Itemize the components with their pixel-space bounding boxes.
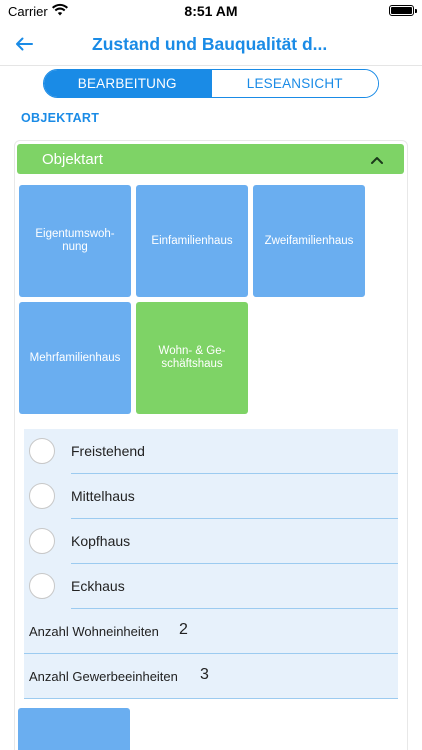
battery-icon — [389, 5, 417, 16]
radio-button[interactable] — [29, 483, 55, 509]
tile-wohn-geschaeftshaus[interactable]: Wohn- & Ge-schäftshaus — [136, 302, 248, 414]
wohneinheiten-value[interactable]: 2 — [179, 621, 188, 639]
tile-einfamilienhaus[interactable]: Einfamilienhaus — [136, 185, 248, 297]
radio-button[interactable] — [29, 573, 55, 599]
chevron-up-icon[interactable] — [370, 152, 384, 164]
page-title: Zustand und Bauqualität d... — [92, 34, 328, 54]
gewerbeeinheiten-value[interactable]: 3 — [200, 666, 209, 684]
list-item[interactable]: Eckhaus — [24, 564, 398, 609]
gewerbeeinheiten-label: Anzahl Gewerbeeinheiten — [29, 669, 178, 684]
divider — [24, 698, 398, 699]
tile-mehrfamilienhaus[interactable]: Mehrfamilienhaus — [19, 302, 131, 414]
tile-zweifamilienhaus[interactable]: Zweifamilienhaus — [253, 185, 365, 297]
wohneinheiten-label: Anzahl Wohneinheiten — [29, 624, 159, 639]
accordion-header-objektart[interactable]: Objektart — [17, 144, 404, 174]
section-title: OBJEKTART — [21, 111, 100, 125]
tab-bearbeitung[interactable]: BEARBEITUNG — [44, 70, 211, 97]
option-label-eckhaus: Eckhaus — [71, 578, 125, 594]
list-item[interactable]: Mittelhaus — [24, 474, 398, 519]
radio-button[interactable] — [29, 528, 55, 554]
wohneinheiten-row[interactable]: Anzahl Wohneinheiten 2 — [24, 609, 398, 654]
option-label-kopfhaus: Kopfhaus — [71, 533, 131, 549]
arrow-left-icon[interactable] — [12, 32, 36, 56]
view-mode-segmented-control: BEARBEITUNG LESEANSICHT — [43, 69, 379, 98]
tile-next[interactable] — [18, 708, 130, 750]
navigation-bar: Zustand und Bauqualität d... — [0, 22, 422, 66]
option-list: Freistehend Mittelhaus Kopfhaus Eckhaus … — [24, 429, 398, 699]
list-item[interactable]: Kopfhaus — [24, 519, 398, 564]
accordion-title: Objektart — [42, 151, 103, 168]
status-bar: Carrier 8:51 AM — [0, 0, 422, 22]
tab-leseansicht[interactable]: LESEANSICHT — [210, 70, 378, 97]
option-label-freistehend: Freistehend — [71, 443, 145, 459]
tile-eigentumswohnung[interactable]: Eigentumswoh-nung — [19, 185, 131, 297]
gewerbeeinheiten-row[interactable]: Anzahl Gewerbeeinheiten 3 — [24, 654, 398, 699]
option-label-mittelhaus: Mittelhaus — [71, 488, 135, 504]
list-item[interactable]: Freistehend — [24, 429, 398, 474]
radio-button[interactable] — [29, 438, 55, 464]
clock: 8:51 AM — [184, 3, 238, 19]
